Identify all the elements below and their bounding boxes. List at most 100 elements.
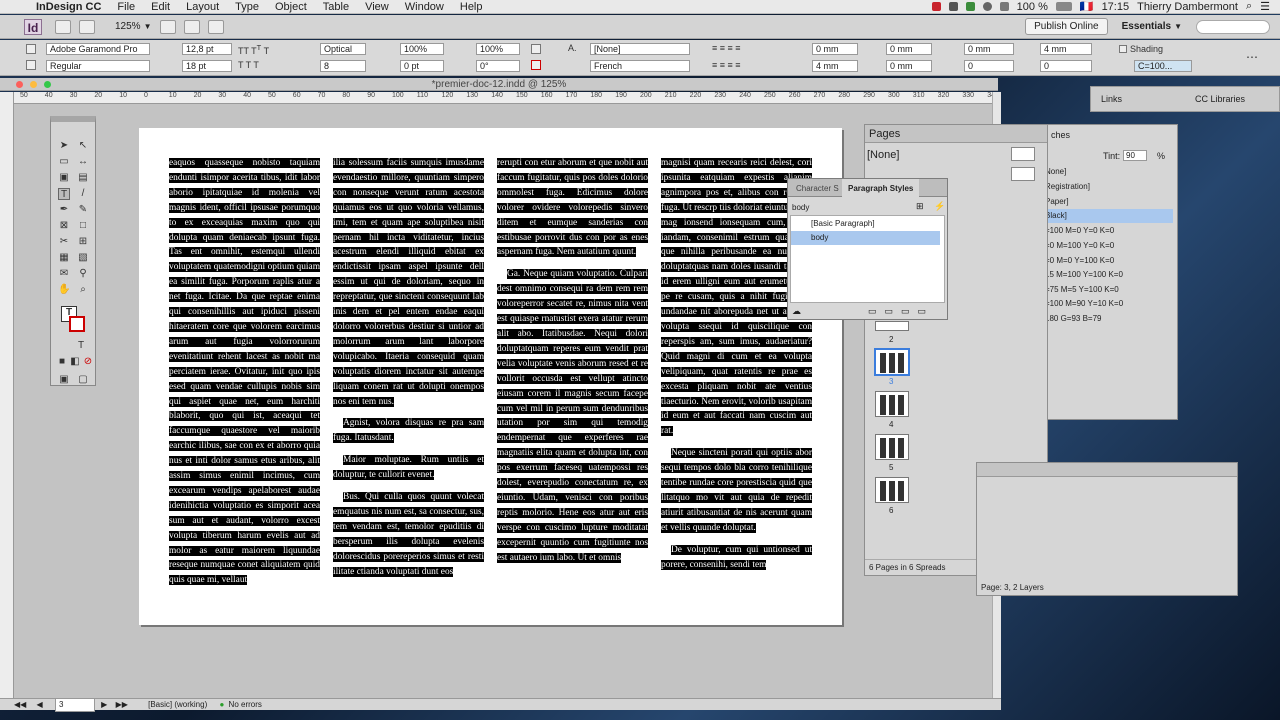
swatch-row[interactable]: =100 M=90 Y=10 K=0 [1045,297,1173,311]
lightning-icon[interactable]: ⚡ [934,201,945,212]
language-field[interactable]: French [590,60,690,72]
space-before-field[interactable]: 0 mm [964,43,1014,55]
text-column-2[interactable]: ilia solessum faciis sumquis imusdame ev… [333,156,484,590]
menu-table[interactable]: Table [315,1,357,13]
apply-gradient-icon[interactable]: ◧ [69,356,81,368]
font-style-field[interactable]: Regular [46,60,150,72]
a-master-thumb[interactable] [1011,167,1035,181]
layers-header[interactable] [977,463,1237,477]
pen-tool-icon[interactable]: ✒ [58,204,70,216]
page-thumb-1[interactable] [875,321,909,331]
type-tool-icon[interactable]: T [58,188,70,200]
close-icon[interactable] [16,81,23,88]
stroke-icon[interactable] [531,60,541,70]
horizontal-scale-field[interactable]: 100% [476,43,520,55]
font-size-field[interactable]: 12,8 pt [182,43,232,55]
right-indent-field[interactable]: 0 mm [886,43,932,55]
vertical-ruler[interactable] [0,92,14,698]
user-name[interactable]: Thierry Dambermont [1137,1,1238,13]
page-thumb-4[interactable] [875,391,909,417]
swatch-row[interactable]: None] [1045,165,1173,179]
formatting-text-icon[interactable]: T [75,340,87,352]
underline-icon[interactable]: T T T [238,60,259,70]
menu-view[interactable]: View [357,1,397,13]
text-fill-icon[interactable] [531,44,541,54]
zoom-level[interactable]: 125% [115,21,141,32]
font-family-field[interactable]: Adobe Garamond Pro [46,43,150,55]
content-collector-icon[interactable]: ▣ [58,172,70,184]
stroke-swatch-icon[interactable] [69,316,85,332]
minibridge-button[interactable] [79,19,95,34]
pencil-tool-icon[interactable]: ✎ [77,204,89,216]
new-style-group-icon[interactable]: ⊞ [916,201,924,212]
flag-icon[interactable]: 🇫🇷 [1080,0,1094,13]
preflight-profile[interactable]: [Basic] (working) [148,700,207,709]
preview-mode-icon[interactable]: ▢ [77,374,89,386]
normal-view-icon[interactable]: ▣ [58,374,70,386]
hand-tool-icon[interactable]: ✋ [58,284,70,296]
rectangle-tool-icon[interactable]: □ [77,220,89,232]
swatch-row[interactable]: 180 G=93 B=79 [1045,312,1173,326]
swatch-row[interactable]: Registration] [1045,180,1173,194]
first-line-indent-field[interactable]: 4 mm [812,60,858,72]
drop-cap-lines-field[interactable]: 4 mm [1040,43,1092,55]
vertical-scale-field[interactable]: 100% [400,43,444,55]
menu-help[interactable]: Help [452,1,491,13]
bridge-button[interactable] [55,19,71,34]
last-line-indent-field[interactable]: 0 mm [886,60,932,72]
baseline-shift-field[interactable]: 0 pt [400,60,444,72]
dropbox-icon[interactable] [948,2,958,11]
evernote-icon[interactable] [965,2,975,11]
swatch-row[interactable]: =100 M=0 Y=0 K=0 [1045,224,1173,238]
menu-app[interactable]: InDesign CC [28,1,109,13]
drop-cap-chars-field[interactable]: 0 [1040,60,1092,72]
wifi-icon[interactable] [999,2,1009,11]
text-column-1[interactable]: eaquos quasseque nobisto taquiam endunti… [169,156,320,590]
menu-edit[interactable]: Edit [143,1,178,13]
page-tool-icon[interactable]: ▭ [58,156,70,168]
shading-checkbox[interactable] [1119,45,1127,53]
clock[interactable]: 17:15 [1102,1,1130,13]
adobe-cc-icon[interactable] [931,2,941,11]
content-placer-icon[interactable]: ▤ [77,172,89,184]
menu-type[interactable]: Type [227,1,267,13]
style-item[interactable]: [Basic Paragraph] [791,217,940,231]
direct-selection-tool-icon[interactable]: ↖ [77,140,89,152]
gradient-tool-icon[interactable]: ▦ [58,252,70,264]
shading-swatch-field[interactable]: C=100... [1134,60,1192,72]
preflight-errors[interactable]: No errors [229,700,262,709]
swatch-row[interactable]: Paper] [1045,195,1173,209]
zoom-tool-icon[interactable]: ⌕ [77,284,89,296]
pages-tab[interactable]: Pages [865,125,1047,143]
cc-libraries-tab[interactable]: CC Libraries [1185,94,1279,104]
workspace-switcher[interactable]: Essentials [1122,21,1171,32]
next-page-icon[interactable]: ▶ [101,700,107,709]
none-master-thumb[interactable] [1011,147,1035,161]
space-after-field[interactable]: 0 [964,60,1014,72]
skew-field[interactable]: 0° [476,60,520,72]
menu-layout[interactable]: Layout [178,1,227,13]
swatch-row[interactable]: Black] [1045,209,1173,223]
swatches-tab[interactable]: ches [1051,130,1070,140]
scissors-tool-icon[interactable]: ✂ [58,236,70,248]
zoom-window-icon[interactable] [44,81,51,88]
notifications-icon[interactable]: ☰ [1260,0,1270,13]
document-page[interactable]: eaquos quasseque nobisto taquiam endunti… [139,128,842,625]
first-page-icon[interactable]: ◀◀ [14,700,26,709]
paragraph-styles-tab[interactable]: Paragraph Styles [842,179,920,197]
publish-online-button[interactable]: Publish Online [1025,18,1108,35]
justify-icon[interactable]: ≡ ≡ ≡ ≡ [712,60,741,70]
view-options-button[interactable] [159,19,176,34]
page-thumb-5[interactable] [875,434,909,460]
arrange-documents-button[interactable] [207,19,224,34]
character-style-field[interactable]: [None] [590,43,690,55]
gradient-feather-tool-icon[interactable]: ▧ [77,252,89,264]
rectangle-frame-tool-icon[interactable]: ⊠ [58,220,70,232]
paragraph-mode-icon[interactable] [26,60,36,70]
chevron-down-icon[interactable]: ▼ [1174,22,1182,31]
kerning-field[interactable]: Optical [320,43,366,55]
screen-mode-button[interactable] [183,19,200,34]
swatch-row[interactable]: =75 M=5 Y=100 K=0 [1045,283,1173,297]
cloud-icon[interactable]: ☁ [792,306,801,317]
horizontal-ruler[interactable]: 50 40 30 20 10 0 10 20 30 40 50 60 70 80 90 100 110 120 13… [14,92,992,104]
